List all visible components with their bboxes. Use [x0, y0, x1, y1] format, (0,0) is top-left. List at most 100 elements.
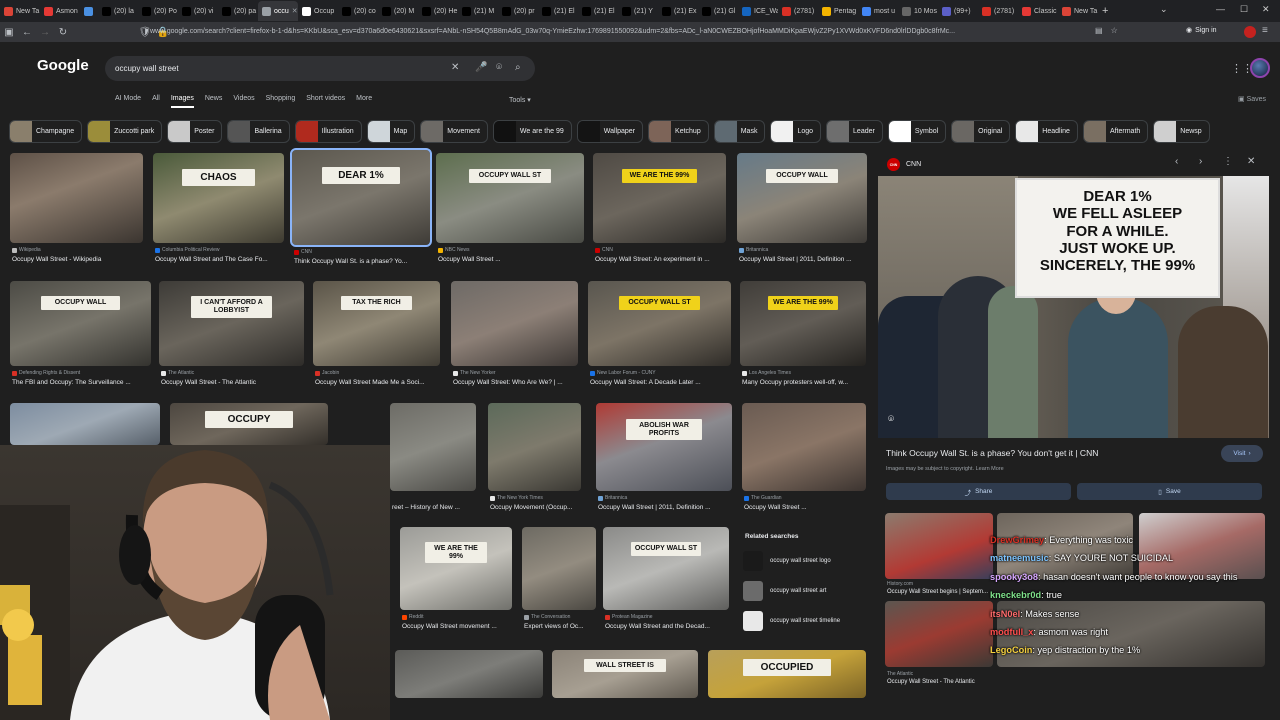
result-thumbnail[interactable] — [522, 527, 596, 610]
result-title[interactable]: Occupy Wall Street ... — [438, 256, 586, 263]
image-result-card[interactable]: The Guardian Occupy Wall Street ... — [742, 403, 866, 519]
result-thumbnail[interactable] — [10, 403, 160, 445]
chip-map[interactable]: Map — [366, 120, 416, 143]
save-button[interactable]: ▯ Save — [1077, 483, 1262, 500]
share-button[interactable]: ⤴ Share — [886, 483, 1071, 500]
lens-icon[interactable]: ⌾ — [496, 62, 502, 73]
result-thumbnail[interactable]: OCCUPY WALL — [737, 153, 867, 243]
result-thumbnail[interactable]: WE ARE THE 99% — [400, 527, 512, 610]
chip-mask[interactable]: Mask — [713, 120, 766, 143]
chip-symbol[interactable]: Symbol — [887, 120, 947, 143]
close-preview-icon[interactable]: ✕ — [1247, 156, 1255, 167]
result-title[interactable]: Occupy Wall Street - The Atlantic — [161, 379, 306, 386]
result-title[interactable]: The FBI and Occupy: The Surveillance ... — [12, 379, 153, 386]
result-thumbnail[interactable]: WALL STREET IS — [552, 650, 698, 698]
browser-tab[interactable]: (2781) — [978, 1, 1018, 21]
tab-shopping[interactable]: Shopping — [266, 95, 296, 108]
image-result-card[interactable]: WALL STREET IS — [552, 650, 698, 720]
url-field[interactable]: www.google.com/search?client=firefox-b-1… — [150, 25, 1090, 39]
image-result-card[interactable] — [395, 650, 543, 720]
close-window-icon[interactable]: ✕ — [1262, 4, 1270, 15]
chip-ketchup[interactable]: Ketchup — [648, 120, 709, 143]
browser-tab[interactable]: (21) El — [578, 1, 618, 21]
chip-champagne[interactable]: Champagne — [9, 120, 83, 143]
related-title[interactable]: Occupy Wall Street - The Atlantic — [887, 679, 975, 685]
avatar[interactable] — [1250, 58, 1270, 78]
related-search-item[interactable]: occupy wall street timeline — [738, 606, 868, 636]
result-thumbnail[interactable]: WE ARE THE 99% — [593, 153, 726, 243]
image-result-card[interactable]: CHAOS Columbia Political Review Occupy Wal… — [153, 153, 284, 271]
image-result-card[interactable]: Wikipedia Occupy Wall Street - Wikipedia — [10, 153, 143, 271]
chip-we-are-the-99[interactable]: We are the 99 — [492, 120, 572, 143]
result-title[interactable]: Expert views of Oc... — [524, 623, 598, 630]
chip-zuccotti-park[interactable]: Zuccotti park — [87, 120, 163, 143]
tab-news[interactable]: News — [205, 95, 223, 108]
browser-tab[interactable]: (20) He — [418, 1, 458, 21]
chip-ballerina[interactable]: Ballerina — [227, 120, 290, 143]
related-image-thumb[interactable] — [885, 513, 993, 579]
sidebar-toggle-icon[interactable]: ▣ — [0, 27, 18, 38]
result-title[interactable]: Occupy Wall Street: An experiment in ... — [595, 256, 728, 263]
browser-tab[interactable]: Asmon — [40, 1, 80, 21]
sign-in-button[interactable]: ◉ Sign in — [1186, 26, 1217, 35]
result-thumbnail[interactable]: OCCUPY WALL — [10, 281, 151, 366]
image-result-card[interactable]: I CAN'T AFFORD A LOBBYIST The Atlantic Occ… — [159, 281, 304, 394]
result-thumbnail[interactable]: DEAR 1% — [290, 148, 432, 247]
lens-search-icon[interactable]: ⌾ — [888, 414, 894, 425]
related-title[interactable]: Occupy Wall Street begins | Septem... — [887, 589, 988, 595]
tab-short-videos[interactable]: Short videos — [306, 95, 345, 108]
image-result-card[interactable]: The New Yorker Occupy Wall Street: Who Ar… — [451, 281, 578, 394]
image-result-card[interactable]: WE ARE THE 99% Reddit Occupy Wall Street m… — [400, 527, 512, 638]
chip-leader[interactable]: Leader — [826, 120, 883, 143]
tab-ai-mode[interactable]: AI Mode — [115, 95, 141, 108]
result-thumbnail[interactable]: TAX THE RICH — [313, 281, 440, 366]
microphone-icon[interactable]: 🎤 — [475, 62, 487, 73]
result-thumbnail[interactable]: I CAN'T AFFORD A LOBBYIST — [159, 281, 304, 366]
result-thumbnail[interactable]: OCCUPY WALL ST — [588, 281, 731, 366]
related-search-item[interactable]: occupy wall street logo — [738, 546, 868, 576]
browser-tab[interactable]: most u — [858, 1, 898, 21]
chip-original[interactable]: Original — [951, 120, 1011, 143]
browser-tab[interactable]: (20) la — [98, 1, 138, 21]
result-title[interactable]: Occupy Wall Street movement ... — [402, 623, 514, 630]
browser-tab[interactable]: (21) Y — [618, 1, 658, 21]
image-result-card[interactable]: The Conversation Expert views of Oc... — [522, 527, 596, 638]
clear-icon[interactable]: ✕ — [451, 62, 459, 73]
browser-tab[interactable]: 10 Mos — [898, 1, 938, 21]
more-options-icon[interactable]: ⋮ — [1223, 156, 1233, 167]
result-thumbnail[interactable]: OCCUPY — [170, 403, 328, 445]
image-result-card[interactable]: WE ARE THE 99% CNN Occupy Wall Street: An … — [593, 153, 726, 271]
tab-more[interactable]: More — [356, 95, 372, 108]
result-title[interactable]: Occupy Wall Street and The Case Fo... — [155, 256, 286, 263]
browser-tab[interactable]: (20) Po — [138, 1, 178, 21]
maximize-icon[interactable]: ☐ — [1240, 4, 1248, 15]
reader-view-icon[interactable]: ▤ — [1095, 26, 1103, 35]
close-tab-icon[interactable]: ✕ — [292, 7, 298, 15]
browser-tab[interactable]: occu ✕ — [258, 1, 298, 21]
browser-tab[interactable]: (20) pr — [498, 1, 538, 21]
browser-tab[interactable]: (2781) — [778, 1, 818, 21]
browser-tab[interactable]: New Ta — [1058, 1, 1098, 21]
result-thumbnail[interactable] — [395, 650, 543, 698]
result-thumbnail[interactable]: OCCUPIED — [708, 650, 866, 698]
result-title[interactable]: Many Occupy protesters well-off, w... — [742, 379, 868, 386]
reload-icon[interactable]: ↻ — [54, 27, 72, 38]
search-icon[interactable]: ⌕ — [515, 62, 521, 73]
result-thumbnail[interactable] — [390, 403, 476, 491]
chip-movement[interactable]: Movement — [420, 120, 488, 143]
browser-tab[interactable]: ICE_Wa — [738, 1, 778, 21]
browser-tab[interactable]: New Ta — [0, 1, 40, 21]
image-result-card[interactable]: OCCUPY WALL ST New Labor Forum - CUNY Occu… — [588, 281, 731, 394]
result-thumbnail[interactable] — [451, 281, 578, 366]
browser-tab[interactable]: (20) vi — [178, 1, 218, 21]
image-result-card[interactable]: WE ARE THE 99% Los Angeles Times Many Occu… — [740, 281, 866, 394]
browser-tab[interactable]: (21) Ex — [658, 1, 698, 21]
chip-logo[interactable]: Logo — [770, 120, 822, 143]
result-thumbnail[interactable] — [10, 153, 143, 243]
tab-overflow-icon[interactable]: ⌄ — [1160, 4, 1168, 15]
bookmark-star-icon[interactable]: ☆ — [1111, 26, 1118, 35]
chip-aftermath[interactable]: Aftermath — [1082, 120, 1149, 143]
saves-button[interactable]: ▣ Saves — [1238, 95, 1266, 103]
result-title[interactable]: Occupy Wall Street ... — [744, 504, 868, 511]
image-result-card[interactable]: OCCUPY WALL Defending Rights & Dissent The… — [10, 281, 151, 394]
